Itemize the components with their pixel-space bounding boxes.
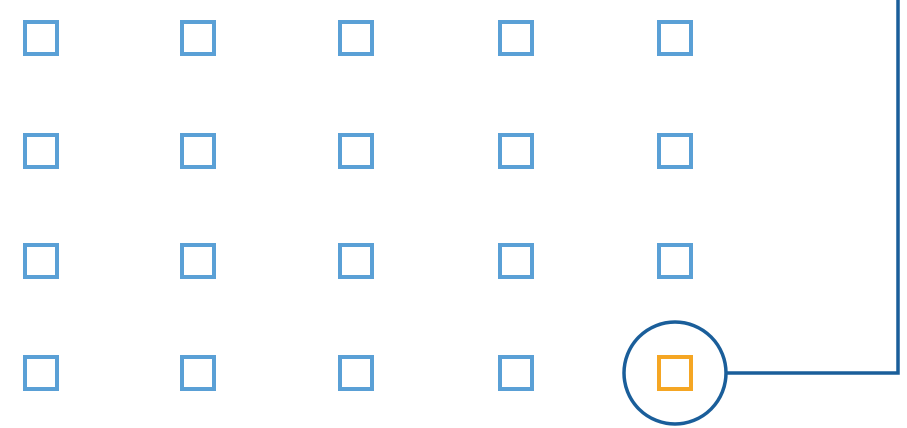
grid-cell [23, 355, 59, 391]
grid-cell [338, 355, 374, 391]
grid-cell [180, 243, 216, 279]
grid-cell [498, 243, 534, 279]
grid-cell [657, 20, 693, 56]
grid-cell [338, 243, 374, 279]
grid-cell [23, 133, 59, 169]
grid-cell [23, 20, 59, 56]
grid-cell [338, 133, 374, 169]
grid-cell [180, 20, 216, 56]
callout-circle [622, 320, 728, 426]
grid-cell [498, 20, 534, 56]
grid-cell [180, 355, 216, 391]
cell-grid [23, 20, 693, 391]
grid-cell [180, 133, 216, 169]
grid-cell [498, 355, 534, 391]
callout-group [622, 0, 900, 426]
grid-cell [657, 243, 693, 279]
grid-diagram [23, 0, 900, 426]
grid-cell [23, 243, 59, 279]
grid-cell [657, 133, 693, 169]
connector-line [726, 0, 900, 375]
grid-cell [498, 133, 534, 169]
highlighted-cell [657, 355, 693, 391]
grid-cell [338, 20, 374, 56]
